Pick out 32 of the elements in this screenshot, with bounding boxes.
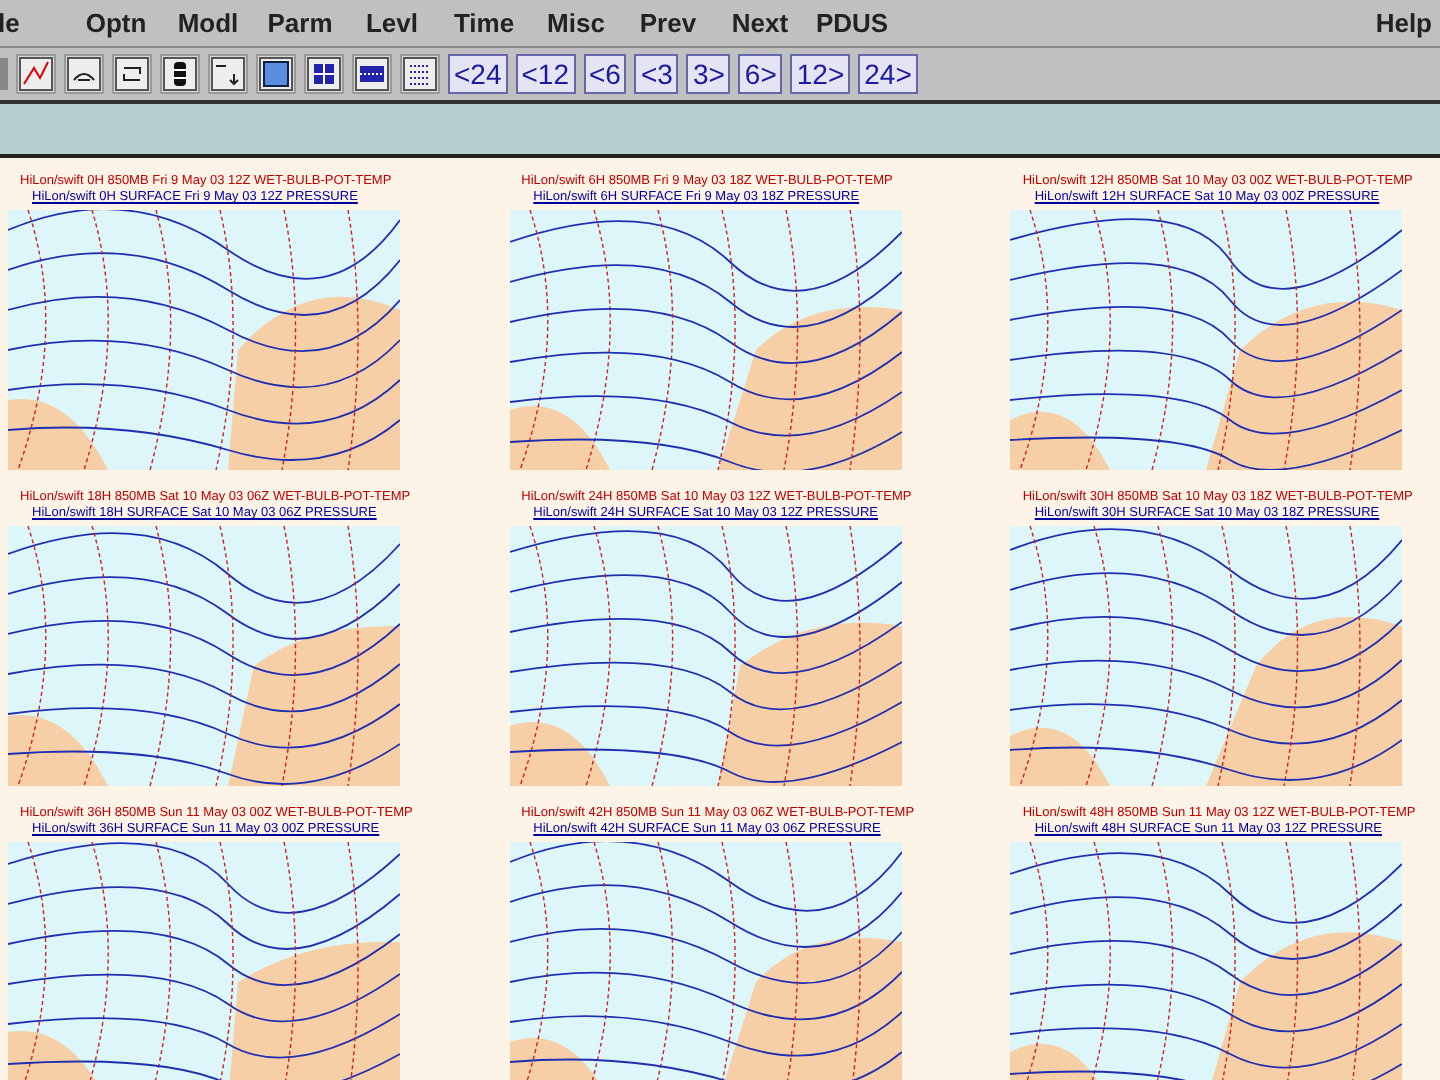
grid-icon [402, 56, 438, 92]
help-menu[interactable]: Help [1375, 3, 1440, 43]
time-step-button[interactable]: 3> [686, 54, 731, 94]
rows-icon [354, 56, 390, 92]
stack-icon [162, 56, 198, 92]
menu-item[interactable]: Misc [530, 3, 622, 43]
menu-item[interactable]: Modl [162, 3, 254, 43]
corner-icon [210, 56, 246, 92]
toolbar-button[interactable] [352, 54, 392, 94]
menu-item[interactable]: le [0, 3, 70, 43]
menu-item[interactable]: Levl [346, 3, 438, 43]
time-step-button[interactable]: 6> [738, 54, 783, 94]
time-step-button[interactable]: <3 [634, 54, 679, 94]
time-step-button[interactable]: 24> [858, 54, 918, 94]
toolbar-button[interactable] [256, 54, 296, 94]
toolbar-button[interactable] [400, 54, 440, 94]
menu-item[interactable]: Prev [622, 3, 714, 43]
toolbar-button[interactable] [160, 54, 200, 94]
menu-item[interactable]: Parm [254, 3, 346, 43]
toolbar-button[interactable] [208, 54, 248, 94]
toolbar-button[interactable] [16, 54, 56, 94]
time-step-button[interactable]: <24 [448, 54, 508, 94]
menu-item[interactable]: Optn [70, 3, 162, 43]
menu-item[interactable]: Time [438, 3, 530, 43]
square-icon [258, 56, 294, 92]
menu-item[interactable]: Next [714, 3, 806, 43]
time-step-button[interactable]: <6 [583, 54, 627, 94]
quad-icon [306, 56, 342, 92]
toolbar-button[interactable] [304, 54, 344, 94]
time-step-button[interactable]: <12 [515, 54, 575, 94]
time-step-button[interactable]: 12> [790, 54, 851, 94]
menu-item[interactable]: PDUS [806, 3, 898, 43]
